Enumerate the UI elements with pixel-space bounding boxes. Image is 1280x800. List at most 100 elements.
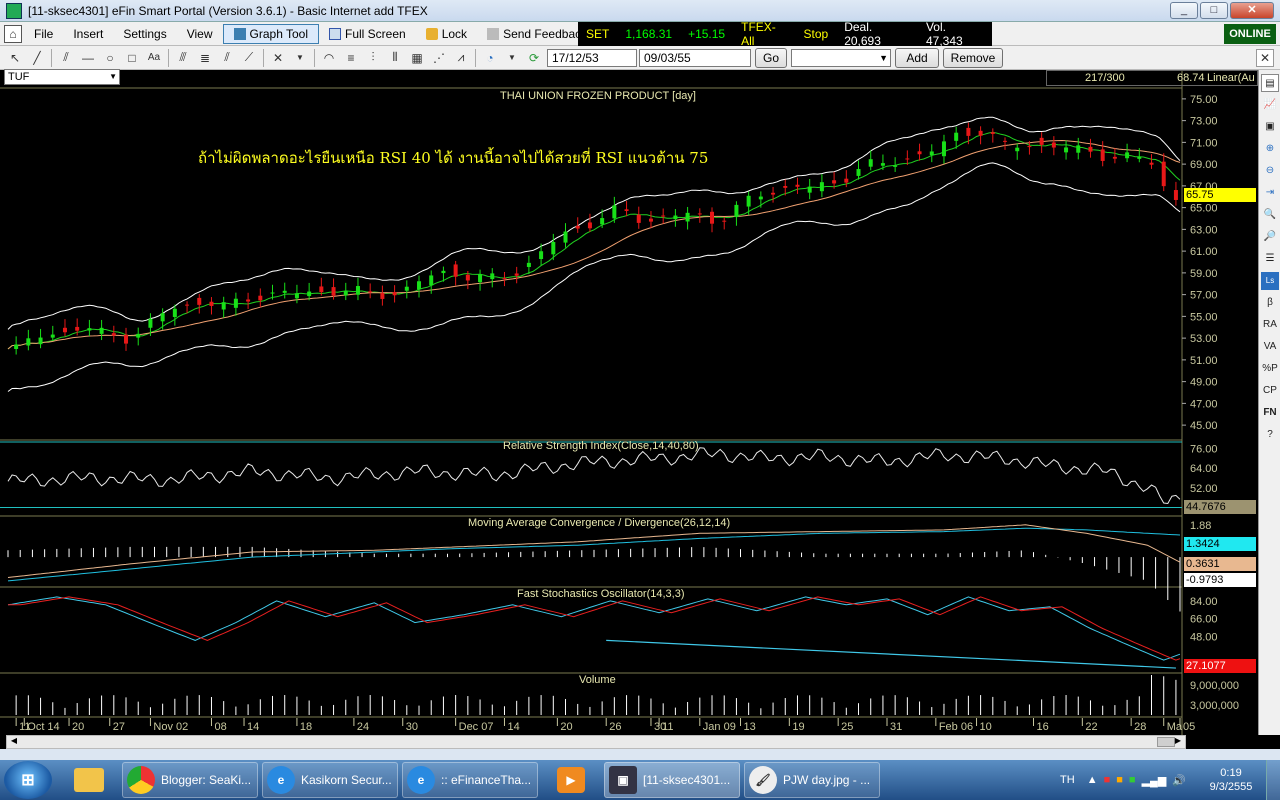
menu-full-screen[interactable]: Full Screen [319, 22, 416, 46]
chrome-icon [127, 766, 155, 794]
candle-body [966, 127, 971, 136]
template-icon[interactable]: ▣ [1261, 118, 1279, 136]
chart-area[interactable]: 75.00 73.00 71.00 69.00 67.00 65.00 63.00 61.00… [0, 69, 1258, 735]
date-to-field[interactable]: 09/03/55 [639, 48, 751, 67]
time-zone-icon[interactable]: ⦀ [386, 49, 404, 67]
cp-icon[interactable]: CP [1261, 382, 1279, 400]
refresh-icon[interactable]: ⟳ [525, 49, 543, 67]
menu-file[interactable]: File [24, 22, 63, 46]
tray-app-icon[interactable]: ■ [1104, 774, 1111, 786]
va-icon[interactable]: VA [1261, 338, 1279, 356]
candle-body [710, 211, 715, 224]
magnify-area-icon[interactable]: 🔎 [1261, 228, 1279, 246]
beta-icon[interactable]: β [1261, 294, 1279, 312]
menu-lock[interactable]: Lock [416, 22, 477, 46]
close-button[interactable]: ✕ [1230, 2, 1274, 19]
scroll-right-icon[interactable]: ▶ [1171, 736, 1185, 748]
volume-icon[interactable]: 🔊 [1172, 774, 1186, 787]
task-efin-portal[interactable]: ▣ [11-sksec4301... [604, 762, 740, 798]
andrews-pitchfork-icon[interactable]: ⫽ [218, 49, 236, 67]
home-icon[interactable]: ⌂ [4, 24, 22, 43]
task-ie-efinance[interactable]: e:: eFinanceTha... [402, 762, 538, 798]
go-button[interactable]: Go [755, 47, 787, 68]
text-icon[interactable]: Aa [145, 49, 163, 67]
candle-body [551, 241, 556, 255]
menu-insert[interactable]: Insert [63, 22, 113, 46]
close-panel-icon[interactable]: ✕ [1256, 48, 1274, 67]
horizontal-line-icon[interactable]: ― [79, 49, 97, 67]
candle-body [1100, 149, 1105, 161]
remove-button[interactable]: Remove [943, 47, 1003, 68]
parallel-line-icon[interactable]: ⫽ [57, 49, 75, 67]
candle-body [1064, 147, 1069, 153]
divider [263, 48, 264, 67]
clock-icon[interactable]: ◔ [481, 49, 499, 67]
pointer-icon[interactable]: ↖ [6, 49, 24, 67]
explorer-pin[interactable] [60, 762, 118, 798]
fib-retracement-icon[interactable]: ≡ [342, 49, 360, 67]
task-ie-kasikorn[interactable]: e Kasikorn Secur... [262, 762, 398, 798]
line-chart-icon[interactable]: 📈 [1261, 96, 1279, 114]
tray-arrow-icon[interactable]: ▲ [1087, 774, 1098, 786]
scroll-end-icon[interactable]: ⇥ [1261, 184, 1279, 202]
grid-icon[interactable]: ▦ [408, 49, 426, 67]
candle-body [587, 222, 592, 229]
candle-body [453, 264, 458, 277]
gann-icon[interactable]: ⟋ [240, 49, 258, 67]
ra-icon[interactable]: RA [1261, 316, 1279, 334]
menu-view[interactable]: View [177, 22, 223, 46]
arc-icon[interactable]: ◠ [320, 49, 338, 67]
horizontal-scrollbar[interactable]: ◀ ▶ [6, 735, 1186, 749]
show-desktop-button[interactable] [1266, 760, 1280, 800]
fibonacci-icon[interactable]: ≣ [196, 49, 214, 67]
add-button[interactable]: Add [895, 47, 939, 68]
symbol-select[interactable]: TUF ▼ [4, 69, 120, 85]
channel-icon[interactable]: ⫻ [174, 49, 192, 67]
fan-icon[interactable]: ⋰ [430, 49, 448, 67]
delete-drawing-icon[interactable]: ✕ [269, 49, 287, 67]
candle-body [124, 334, 129, 344]
menu-graph-tool[interactable]: Graph Tool [222, 23, 319, 44]
tray-app-icon[interactable]: ■ [1129, 774, 1136, 786]
candle-body [392, 292, 397, 296]
magnify-icon[interactable]: 🔍 [1261, 206, 1279, 224]
network-icon[interactable]: ▂▄▆ [1142, 774, 1167, 787]
candle-body [526, 262, 531, 268]
ellipse-icon[interactable]: ○ [101, 49, 119, 67]
maximize-button[interactable]: □ [1200, 2, 1228, 19]
speed-line-icon[interactable]: ⫶ [364, 49, 382, 67]
percent-p-icon[interactable]: %P [1261, 360, 1279, 378]
trend-line-icon[interactable]: ╱ [28, 49, 46, 67]
cycle-icon[interactable]: ⩘ [452, 49, 470, 67]
start-button[interactable]: ⊞ [4, 761, 52, 799]
list-icon[interactable]: ☰ [1261, 250, 1279, 268]
candle-body [429, 275, 434, 286]
ticker-index: SET [586, 27, 610, 41]
language-indicator[interactable]: TH [1060, 774, 1075, 786]
candle-body [172, 308, 177, 318]
ls-icon[interactable]: Ls [1261, 272, 1279, 290]
minimize-button[interactable]: _ [1170, 2, 1198, 19]
price-tick-label: 65.00 [1190, 203, 1218, 215]
price-tick-label: 47.00 [1190, 398, 1218, 410]
scroll-left-icon[interactable]: ◀ [7, 736, 21, 748]
date-from-field[interactable]: 17/12/53 [547, 48, 637, 67]
send-feedback-label: Send Feedback [503, 26, 588, 41]
zoom-in-icon[interactable]: ⊕ [1261, 140, 1279, 158]
media-player-pin[interactable]: ▶ [542, 762, 600, 798]
candle-body [368, 291, 373, 293]
tray-app-icon[interactable]: ■ [1116, 774, 1123, 786]
menu-settings[interactable]: Settings [113, 22, 176, 46]
x-tick-label: Jan 09 [703, 721, 736, 733]
task-paint[interactable]: 🖌 PJW day.jpg - ... [744, 762, 880, 798]
dropdown-arrow-icon[interactable]: ▼ [503, 49, 521, 67]
chart-type-icon[interactable]: ▤ [1261, 74, 1279, 92]
zoom-out-icon[interactable]: ⊖ [1261, 162, 1279, 180]
help-icon[interactable]: ? [1261, 426, 1279, 444]
rectangle-icon[interactable]: □ [123, 49, 141, 67]
indicator-select[interactable]: ▼ [791, 48, 891, 67]
task-chrome-blogger[interactable]: Blogger: SeaKi... [122, 762, 258, 798]
clock[interactable]: 0:19 9/3/2555 [1196, 766, 1266, 794]
fn-icon[interactable]: FN [1261, 404, 1279, 422]
dropdown-arrow-icon[interactable]: ▼ [291, 49, 309, 67]
